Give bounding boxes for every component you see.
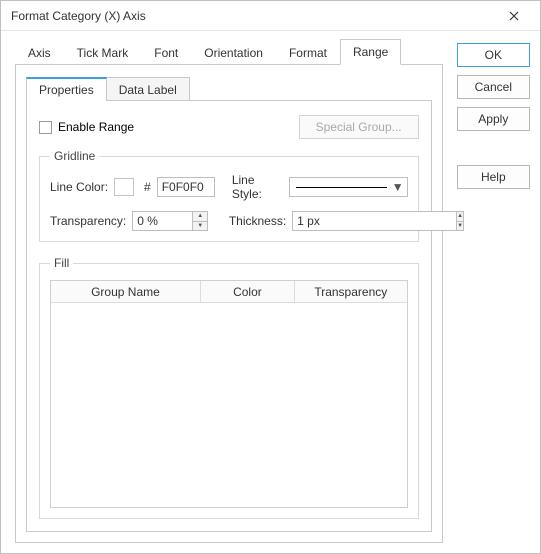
dialog-window: Format Category (X) Axis Axis Tick Mark … <box>0 0 541 554</box>
col-group-name[interactable]: Group Name <box>51 281 201 302</box>
left-pane: Axis Tick Mark Font Orientation Format R… <box>15 39 443 543</box>
help-button[interactable]: Help <box>457 165 530 189</box>
inner-tabstrip: Properties Data Label <box>26 77 432 101</box>
line-color-label: Line Color: <box>50 180 108 194</box>
inner-page-properties: Enable Range Special Group... Gridline L… <box>26 100 432 532</box>
cancel-button[interactable]: Cancel <box>457 75 530 99</box>
spin-down-icon[interactable]: ▼ <box>457 222 463 231</box>
spin-up-icon[interactable]: ▲ <box>193 212 207 222</box>
transparency-input[interactable] <box>132 211 192 231</box>
transparency-spin-buttons[interactable]: ▲ ▼ <box>192 211 208 231</box>
window-title: Format Category (X) Axis <box>11 9 496 23</box>
enable-range-label: Enable Range <box>58 120 134 134</box>
spin-down-icon[interactable]: ▼ <box>193 222 207 231</box>
chevron-down-icon: ▼ <box>393 180 403 194</box>
inner-tab-properties[interactable]: Properties <box>26 77 107 101</box>
fill-table-header: Group Name Color Transparency <box>51 281 407 303</box>
thickness-input[interactable] <box>292 211 456 231</box>
enable-range-checkbox[interactable] <box>39 121 52 134</box>
tab-font[interactable]: Font <box>141 39 191 65</box>
line-style-select[interactable]: ▼ <box>289 177 408 197</box>
spin-up-icon[interactable]: ▲ <box>457 212 463 222</box>
thickness-spin-buttons[interactable]: ▲ ▼ <box>456 211 464 231</box>
line-color-hex-input[interactable] <box>157 177 215 197</box>
close-icon <box>509 11 519 21</box>
hash-symbol: # <box>144 180 151 194</box>
tab-orientation[interactable]: Orientation <box>191 39 276 65</box>
line-style-preview <box>296 187 387 188</box>
special-group-button[interactable]: Special Group... <box>299 115 419 139</box>
fill-legend: Fill <box>50 256 73 270</box>
ok-button[interactable]: OK <box>457 43 530 67</box>
enable-range-row: Enable Range Special Group... <box>39 115 419 139</box>
fill-table-body <box>51 303 407 507</box>
main-tabstrip: Axis Tick Mark Font Orientation Format R… <box>15 39 443 65</box>
tab-format[interactable]: Format <box>276 39 340 65</box>
titlebar: Format Category (X) Axis <box>1 1 540 31</box>
transparency-label: Transparency: <box>50 214 126 228</box>
apply-button[interactable]: Apply <box>457 107 530 131</box>
col-color[interactable]: Color <box>201 281 295 302</box>
tab-axis[interactable]: Axis <box>15 39 64 65</box>
gridline-legend: Gridline <box>50 149 99 163</box>
thickness-label: Thickness: <box>229 214 286 228</box>
tab-range[interactable]: Range <box>340 39 401 65</box>
thickness-spinner[interactable]: ▲ ▼ <box>292 211 422 231</box>
transparency-spinner[interactable]: ▲ ▼ <box>132 211 208 231</box>
right-pane: OK Cancel Apply Help <box>457 39 530 543</box>
fill-group: Fill Group Name Color Transparency <box>39 256 419 519</box>
col-transparency[interactable]: Transparency <box>295 281 407 302</box>
inner-tab-data-label[interactable]: Data Label <box>106 77 190 101</box>
tab-page-range: Properties Data Label Enable Range Speci… <box>15 65 443 543</box>
gridline-group: Gridline Line Color: # Line Style: <box>39 149 419 242</box>
line-style-label: Line Style: <box>232 173 283 201</box>
line-color-swatch[interactable] <box>114 178 134 196</box>
close-button[interactable] <box>496 4 532 28</box>
tab-tick-mark[interactable]: Tick Mark <box>64 39 142 65</box>
dialog-body: Axis Tick Mark Font Orientation Format R… <box>1 31 540 553</box>
fill-table: Group Name Color Transparency <box>50 280 408 508</box>
